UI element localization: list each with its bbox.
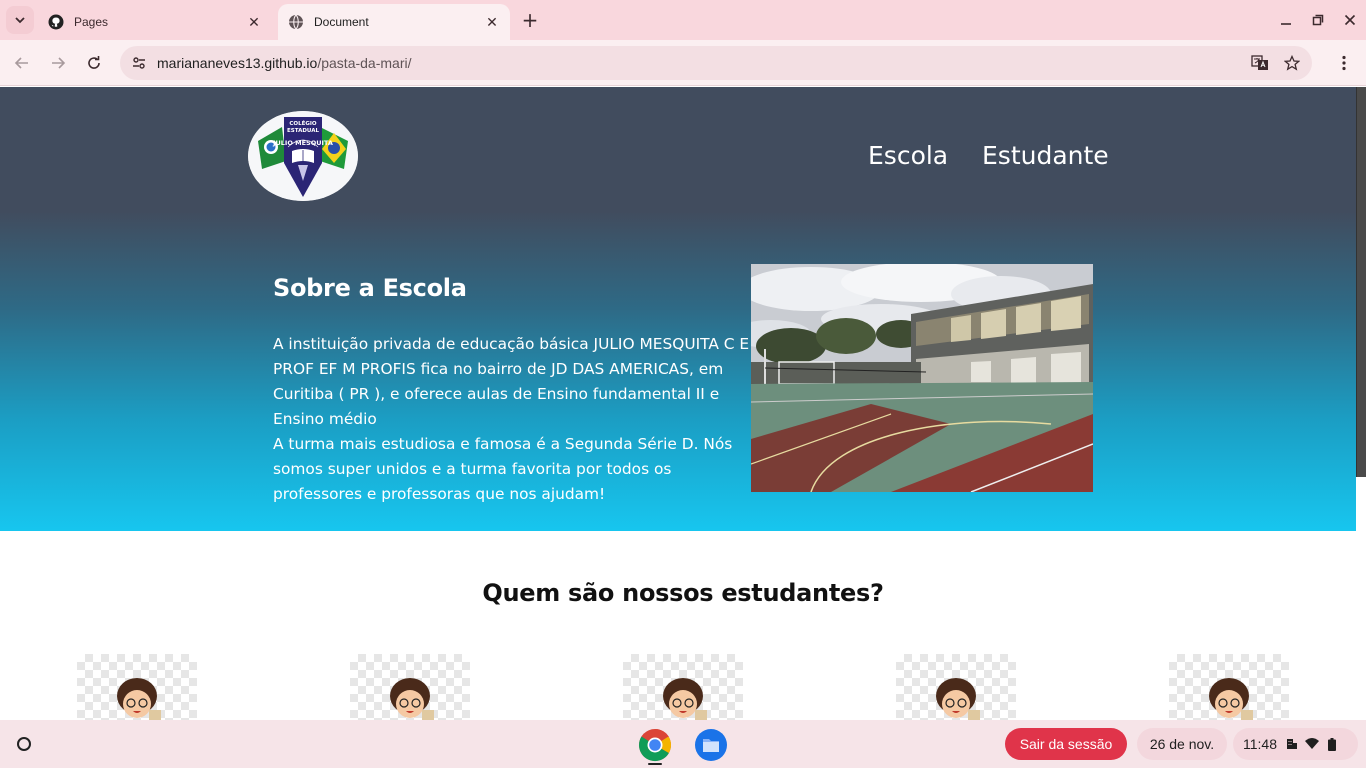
tab-label: Pages	[74, 15, 109, 29]
reload-icon	[88, 56, 100, 69]
chrome-icon[interactable]	[638, 728, 672, 762]
student-card[interactable]	[77, 654, 197, 720]
new-tab-button[interactable]: +	[518, 8, 542, 32]
bookmark-star-icon[interactable]	[1280, 51, 1304, 75]
wifi-icon	[1305, 737, 1319, 751]
url-path: /pasta-da-mari/	[317, 55, 412, 71]
nav-link-escola[interactable]: Escola	[868, 141, 948, 170]
student-avatar	[663, 678, 707, 720]
svg-text:COLÉGIO: COLÉGIO	[289, 119, 317, 127]
battery-icon	[1325, 737, 1339, 751]
clock: 11:48	[1243, 736, 1277, 752]
minimize-icon[interactable]	[1274, 8, 1298, 32]
back-button[interactable]	[10, 51, 34, 75]
students-section-title: Quem são nossos estudantes?	[482, 579, 884, 607]
web-page: COLÉGIO ESTADUAL JULIO MESQUITA Escola E…	[0, 87, 1366, 720]
site-settings-icon[interactable]	[122, 46, 156, 80]
student-avatar	[936, 678, 980, 720]
reload-button[interactable]	[82, 51, 106, 75]
student-card[interactable]	[350, 654, 470, 720]
date-indicator[interactable]: 26 de nov.	[1137, 728, 1227, 760]
close-window-icon[interactable]	[1338, 8, 1362, 32]
arrow-right-icon	[52, 57, 66, 69]
tab-strip: Pages ✕ Document ✕ +	[0, 0, 1366, 40]
restore-icon[interactable]	[1306, 8, 1330, 32]
student-card[interactable]	[623, 654, 743, 720]
student-avatar	[1209, 678, 1253, 720]
url-text: mariananeves13.github.io/pasta-da-mari/	[157, 55, 412, 71]
about-paragraph: A instituição privada de educação básica…	[273, 332, 753, 507]
nav-link-estudante[interactable]: Estudante	[982, 141, 1109, 170]
school-logo[interactable]: COLÉGIO ESTADUAL JULIO MESQUITA	[248, 111, 358, 201]
github-icon	[48, 14, 64, 30]
arrow-left-icon	[14, 57, 28, 69]
svg-text:JULIO MESQUITA: JULIO MESQUITA	[272, 139, 333, 147]
about-text-2: A turma mais estudiosa e famosa é a Segu…	[273, 435, 733, 503]
about-text-1: A instituição privada de educação básica…	[273, 335, 750, 428]
tab-document[interactable]: Document ✕	[278, 4, 510, 40]
more-options-icon[interactable]	[1332, 51, 1356, 75]
launcher-button[interactable]	[8, 728, 40, 760]
close-icon[interactable]: ✕	[246, 14, 262, 30]
close-icon[interactable]: ✕	[484, 14, 500, 30]
status-area[interactable]: 11:48	[1233, 728, 1358, 760]
launcher-icon	[17, 737, 31, 751]
tab-label: Document	[314, 15, 369, 29]
files-icon[interactable]	[694, 728, 728, 762]
hero-section: COLÉGIO ESTADUAL JULIO MESQUITA Escola E…	[0, 87, 1356, 531]
building-icon	[1285, 737, 1299, 751]
chevron-down-icon	[15, 17, 25, 24]
active-app-indicator	[648, 763, 662, 765]
address-bar[interactable]: mariananeves13.github.io/pasta-da-mari/	[120, 46, 1312, 80]
student-avatar	[117, 678, 161, 720]
student-avatar	[390, 678, 434, 720]
tab-pages[interactable]: Pages ✕	[38, 4, 272, 40]
browser-toolbar: mariananeves13.github.io/pasta-da-mari/	[0, 40, 1366, 86]
sign-out-button[interactable]: Sair da sessão	[1005, 728, 1127, 760]
svg-text:ESTADUAL: ESTADUAL	[287, 128, 319, 134]
student-card[interactable]	[896, 654, 1016, 720]
translate-icon[interactable]	[1248, 51, 1272, 75]
tab-search-button[interactable]	[6, 6, 34, 34]
globe-icon	[288, 14, 304, 30]
system-shelf: Sair da sessão 26 de nov. 11:48	[0, 720, 1366, 768]
url-host: mariananeves13.github.io	[157, 55, 318, 71]
forward-button[interactable]	[46, 51, 70, 75]
school-court-photo	[751, 264, 1093, 492]
page-scrollbar[interactable]	[1356, 87, 1366, 477]
about-title: Sobre a Escola	[273, 274, 467, 302]
student-card[interactable]	[1169, 654, 1289, 720]
